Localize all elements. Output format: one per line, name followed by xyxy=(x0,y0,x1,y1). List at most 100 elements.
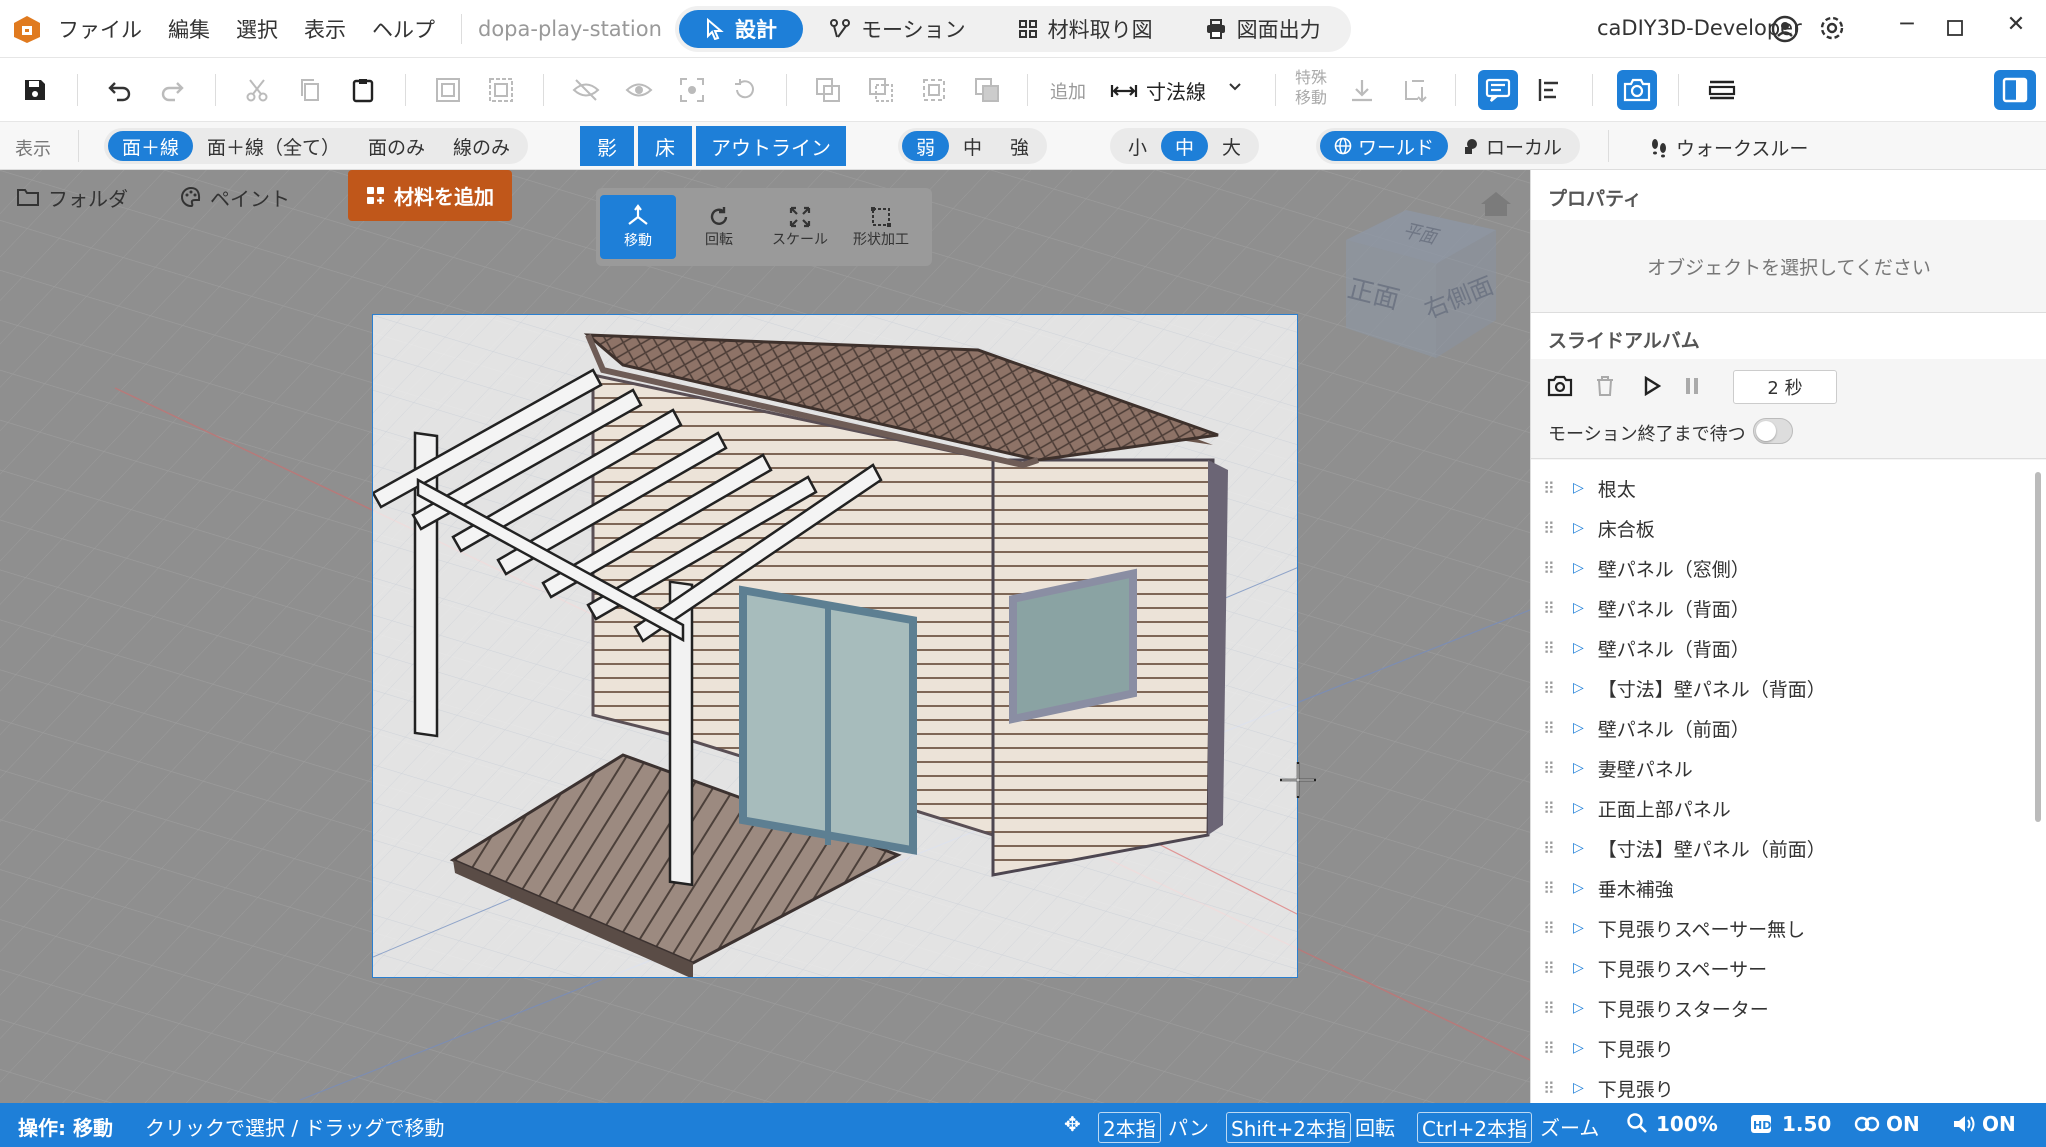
coord-world[interactable]: ワールド xyxy=(1320,131,1449,161)
hide-icon[interactable] xyxy=(566,70,606,110)
expand-icon[interactable]: ▷ xyxy=(1573,800,1584,816)
strength-weak[interactable]: 弱 xyxy=(902,131,950,161)
menu-view[interactable]: 表示 xyxy=(304,14,346,44)
copy-icon[interactable] xyxy=(290,70,330,110)
drag-handle-icon[interactable]: ⠿ xyxy=(1543,719,1557,738)
menu-select[interactable]: 選択 xyxy=(236,14,278,44)
show-icon[interactable] xyxy=(619,70,659,110)
strength-strong[interactable]: 強 xyxy=(996,131,1043,161)
strength-medium[interactable]: 中 xyxy=(949,131,996,161)
settings-gear-icon[interactable] xyxy=(1818,14,1846,42)
reset-icon[interactable] xyxy=(725,70,765,110)
slide-interval-input[interactable]: 2 秒 xyxy=(1733,370,1837,404)
drag-handle-icon[interactable]: ⠿ xyxy=(1543,519,1557,538)
expand-icon[interactable]: ▷ xyxy=(1573,760,1584,776)
expand-icon[interactable]: ▷ xyxy=(1573,1000,1584,1016)
render-face-only[interactable]: 面のみ xyxy=(354,131,439,161)
sound-state[interactable]: ON xyxy=(1982,1112,2016,1136)
annotation-toggle-icon[interactable] xyxy=(1478,70,1518,110)
close-button[interactable]: ✕ xyxy=(1999,12,2033,37)
pause-icon[interactable] xyxy=(1683,377,1701,395)
tree-item[interactable]: ⠿ ▷ 【寸法】壁パネル（背面） xyxy=(1531,668,2031,708)
wait-motion-toggle[interactable] xyxy=(1753,418,1793,444)
dimension-button[interactable]: 寸法線 xyxy=(1110,76,1206,105)
add-material-button[interactable]: 材料を追加 xyxy=(348,170,512,221)
dimension-dropdown-chevron-icon[interactable] xyxy=(1228,80,1242,94)
tree-item[interactable]: ⠿ ▷ 床合板 xyxy=(1531,508,2031,548)
mode-motion[interactable]: モーション xyxy=(803,10,992,48)
drag-handle-icon[interactable]: ⠿ xyxy=(1543,839,1557,858)
tree-item[interactable]: ⠿ ▷ 正面上部パネル xyxy=(1531,788,2031,828)
tree-item[interactable]: ⠿ ▷ 壁パネル（前面） xyxy=(1531,708,2031,748)
volume-icon[interactable] xyxy=(1952,1113,1976,1135)
mode-design[interactable]: 設計 xyxy=(679,10,803,48)
expand-icon[interactable]: ▷ xyxy=(1573,880,1584,896)
tool-shape[interactable]: 形状加工 xyxy=(843,195,919,259)
expand-icon[interactable]: ▷ xyxy=(1573,560,1584,576)
drag-handle-icon[interactable]: ⠿ xyxy=(1543,879,1557,898)
undo-icon[interactable] xyxy=(100,70,140,110)
expand-icon[interactable]: ▷ xyxy=(1573,600,1584,616)
capture-slide-icon[interactable] xyxy=(1547,375,1573,397)
tree-item[interactable]: ⠿ ▷ 【寸法】壁パネル（前面） xyxy=(1531,828,2031,868)
drag-handle-icon[interactable]: ⠿ xyxy=(1543,559,1557,578)
drag-handle-icon[interactable]: ⠿ xyxy=(1543,919,1557,938)
tree-item[interactable]: ⠿ ▷ 下見張り xyxy=(1531,1028,2031,1068)
tree-item[interactable]: ⠿ ▷ 壁パネル（背面） xyxy=(1531,628,2031,668)
redo-icon[interactable] xyxy=(152,70,192,110)
link-icon[interactable] xyxy=(1854,1115,1880,1133)
tool-scale[interactable]: スケール xyxy=(762,195,838,259)
save-icon[interactable] xyxy=(15,70,55,110)
expand-icon[interactable]: ▷ xyxy=(1573,480,1584,496)
size-large[interactable]: 大 xyxy=(1208,131,1255,161)
3d-viewport[interactable]: フォルダ ペイント 材料を追加 移動 回転 スケール 形状加工 平面 正面 右側… xyxy=(0,170,1530,1103)
array-icon[interactable] xyxy=(914,70,954,110)
focus-icon[interactable] xyxy=(672,70,712,110)
tree-item[interactable]: ⠿ ▷ 下見張りスターター xyxy=(1531,988,2031,1028)
drag-handle-icon[interactable]: ⠿ xyxy=(1543,599,1557,618)
maximize-button[interactable] xyxy=(1938,14,1972,36)
render-face-line-all[interactable]: 面＋線（全て） xyxy=(193,131,354,161)
walkthrough-button[interactable]: ウォークスルー xyxy=(1650,134,1808,161)
mode-print[interactable]: 図面出力 xyxy=(1179,10,1347,48)
cabin-model[interactable] xyxy=(373,315,1298,978)
size-small[interactable]: 小 xyxy=(1114,131,1161,161)
menu-help[interactable]: ヘルプ xyxy=(372,14,435,44)
expand-icon[interactable]: ▷ xyxy=(1573,1040,1584,1056)
view-cube[interactable]: 平面 正面 右側面 xyxy=(1336,208,1500,358)
expand-icon[interactable]: ▷ xyxy=(1573,1080,1584,1096)
tree-item[interactable]: ⠿ ▷ 下見張りスペーサー xyxy=(1531,948,2031,988)
account-icon[interactable] xyxy=(1771,15,1799,43)
tree-item[interactable]: ⠿ ▷ 根太 xyxy=(1531,468,2031,508)
panel-toggle-icon[interactable] xyxy=(1994,70,2036,110)
menu-file[interactable]: ファイル xyxy=(58,14,142,44)
tree-item[interactable]: ⠿ ▷ 下見張りスペーサー無し xyxy=(1531,908,2031,948)
mode-cutlist[interactable]: 材料取り図 xyxy=(992,10,1179,48)
cut-icon[interactable] xyxy=(237,70,277,110)
expand-icon[interactable]: ▷ xyxy=(1573,680,1584,696)
drag-handle-icon[interactable]: ⠿ xyxy=(1543,639,1557,658)
combine-icon[interactable] xyxy=(967,70,1007,110)
expand-icon[interactable]: ▷ xyxy=(1573,520,1584,536)
tree-item[interactable]: ⠿ ▷ 垂木補強 xyxy=(1531,868,2031,908)
play-icon[interactable] xyxy=(1643,376,1661,396)
render-line-only[interactable]: 線のみ xyxy=(439,131,524,161)
zoom-magnifier-icon[interactable] xyxy=(1626,1112,1648,1134)
expand-icon[interactable]: ▷ xyxy=(1573,960,1584,976)
ungroup-icon[interactable] xyxy=(481,70,521,110)
zoom-level[interactable]: 100% xyxy=(1656,1112,1718,1136)
tool-move[interactable]: 移動 xyxy=(600,195,676,259)
shadow-toggle[interactable]: 影 xyxy=(580,126,634,166)
link-state[interactable]: ON xyxy=(1886,1112,1920,1136)
size-medium[interactable]: 中 xyxy=(1161,131,1209,161)
snap-icon[interactable] xyxy=(1395,70,1435,110)
tree-item[interactable]: ⠿ ▷ 壁パネル（窓側） xyxy=(1531,548,2031,588)
menu-edit[interactable]: 編集 xyxy=(168,14,210,44)
camera-icon[interactable] xyxy=(1617,70,1657,110)
group-icon[interactable] xyxy=(428,70,468,110)
delete-slide-icon[interactable] xyxy=(1595,375,1615,397)
paste-icon[interactable] xyxy=(343,70,383,110)
hd-value[interactable]: 1.50 xyxy=(1782,1112,1831,1136)
drop-down-icon[interactable] xyxy=(1342,70,1382,110)
duplicate-icon[interactable] xyxy=(808,70,848,110)
